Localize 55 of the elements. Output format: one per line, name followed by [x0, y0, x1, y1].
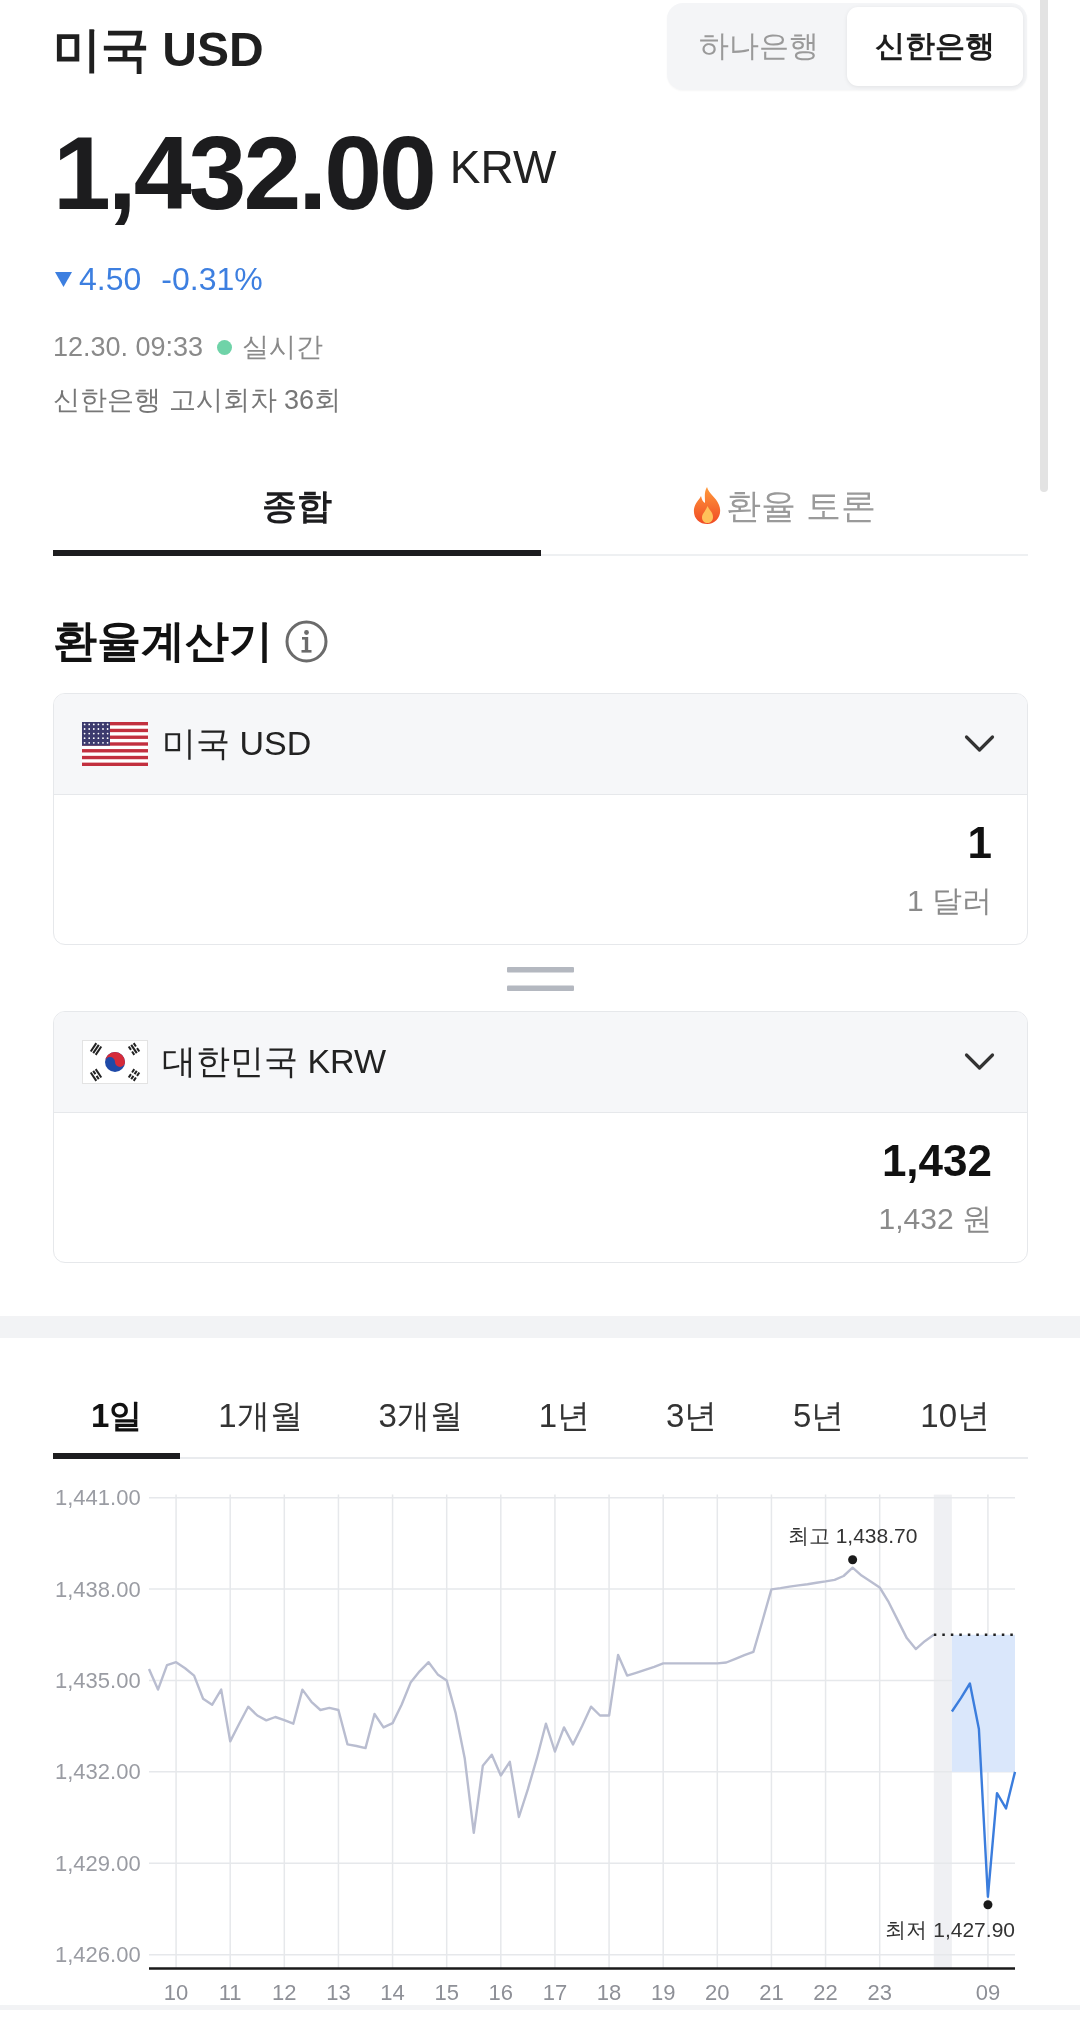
period-tab[interactable]: 1년 — [500, 1372, 628, 1459]
flame-icon — [692, 486, 722, 524]
y-axis-label: 1,438.00 — [55, 1576, 141, 1602]
x-axis-label: 14 — [380, 1979, 405, 2005]
period-tab[interactable]: 1일 — [53, 1372, 181, 1459]
x-axis-label: 21 — [759, 1979, 784, 2005]
notice-text: 신한은행 고시회차 36회 — [53, 384, 343, 417]
us-flag-icon — [82, 722, 148, 766]
currency-selector[interactable]: 미국 USD — [54, 694, 1027, 795]
chevron-down-icon — [964, 1052, 995, 1072]
amount-in-words: 1 달러 — [905, 882, 992, 919]
y-axis-label: 1,441.00 — [55, 1485, 141, 1511]
y-axis-label: 1,435.00 — [55, 1667, 141, 1693]
x-axis-label: 16 — [488, 1979, 514, 2005]
x-axis-label: 22 — [813, 1979, 838, 2005]
period-tab[interactable]: 3개월 — [340, 1372, 501, 1459]
amount-input[interactable]: 1 — [89, 818, 992, 867]
x-axis-label: 18 — [596, 1979, 622, 2005]
amount-input[interactable]: 1,432 — [89, 1136, 992, 1185]
low-value-label: 최저 1,427.90 — [885, 1918, 1015, 1942]
currency-unit: KRW — [449, 144, 557, 190]
x-axis-label: 10 — [163, 1979, 189, 2005]
x-axis-label: 17 — [542, 1979, 568, 2005]
y-axis-label: 1,432.00 — [55, 1759, 141, 1785]
period-tab[interactable]: 3년 — [627, 1372, 756, 1459]
x-axis-label: 09 — [975, 1979, 1001, 2005]
amount-in-words: 1,432 원 — [877, 1200, 992, 1237]
period-tab[interactable]: 10년 — [882, 1372, 1028, 1459]
change-amount: 4.50 — [79, 260, 142, 299]
x-axis-label: 13 — [326, 1979, 351, 2005]
x-axis-label: 23 — [867, 1979, 892, 2005]
info-icon[interactable] — [285, 619, 328, 663]
period-tab[interactable]: 1개월 — [180, 1372, 341, 1459]
y-axis-label: 1,429.00 — [55, 1850, 141, 1876]
dot-marker-icon — [848, 1555, 858, 1565]
y-axis-label: 1,426.00 — [55, 1942, 141, 1968]
change-percent: -0.31% — [161, 260, 263, 299]
x-axis-label: 12 — [272, 1979, 297, 2005]
dot-marker-icon — [983, 1900, 993, 1910]
chevron-down-icon — [964, 734, 995, 754]
period-tab[interactable]: 5년 — [755, 1372, 883, 1459]
currency-selector[interactable]: 대한민국 KRW — [54, 1012, 1027, 1113]
tab[interactable]: 종합 — [53, 460, 541, 556]
x-axis-label: 20 — [705, 1979, 730, 2005]
x-axis-label: 19 — [650, 1979, 676, 2005]
currency-title: 미국 USD — [53, 22, 264, 78]
x-axis-label: 11 — [218, 1979, 242, 2005]
timestamp: 12.30. 09:33 — [53, 331, 204, 364]
high-value-label: 최고 1,438.70 — [787, 1524, 918, 1548]
section-title: 환율계산기 — [53, 615, 273, 667]
exchange-rate: 1,432.00 — [53, 120, 434, 225]
korean-flag-icon — [82, 1040, 148, 1084]
bank-option[interactable]: 신한은행 — [847, 7, 1023, 86]
live-label: 실시간 — [242, 331, 324, 364]
x-axis-label: 15 — [434, 1979, 459, 2005]
